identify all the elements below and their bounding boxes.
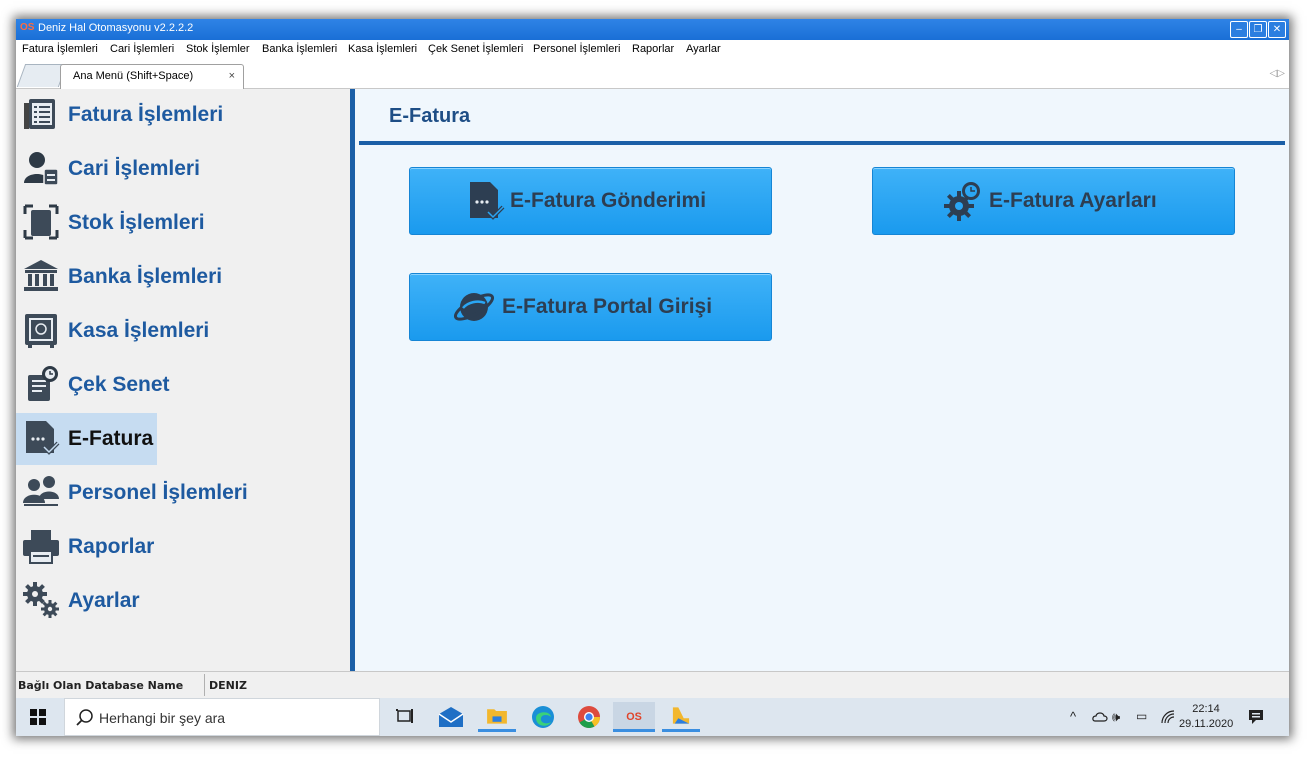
main-content: E-Fatura E-Fatura Gönderimi E-Fatura Aya…: [355, 89, 1289, 671]
e-invoice-icon: [26, 421, 60, 455]
tab-scroll-arrows-icon[interactable]: ◁▷: [1270, 68, 1285, 79]
taskbar-search-box[interactable]: Herhangi bir şey ara: [64, 698, 380, 736]
sidebar-item-label: Personel İşlemleri: [68, 481, 248, 504]
menu-personel[interactable]: Personel İşlemleri: [533, 43, 620, 55]
tray-chevron-icon[interactable]: ^: [1070, 709, 1076, 724]
e-fatura-ayarlari-button[interactable]: E-Fatura Ayarları: [872, 167, 1235, 235]
task-view-icon[interactable]: [386, 702, 424, 732]
tab-strip: Ana Menü (Shift+Space) × ◁▷: [16, 60, 1289, 89]
sidebar-item-raporlar[interactable]: Raporlar: [16, 521, 316, 573]
sidebar-item-personel[interactable]: Personel İşlemleri: [16, 467, 316, 519]
volume-icon[interactable]: 🕪: [1112, 709, 1120, 725]
menu-stok[interactable]: Stok İşlemler: [186, 43, 250, 55]
sidebar-item-label: E-Fatura: [68, 427, 154, 450]
menu-kasa[interactable]: Kasa İşlemleri: [348, 43, 417, 55]
title-underline: [359, 141, 1285, 145]
send-invoice-icon: [470, 182, 505, 220]
app-window: OS Deniz Hal Otomasyonu v2.2.2.2 – ❐ ✕ F…: [16, 19, 1289, 736]
taskbar: Herhangi bir şey ara OS ^ 🕪 ▭ 22:14 29.1…: [16, 698, 1289, 736]
menu-bar: Fatura İşlemleri Cari İşlemleri Stok İşl…: [16, 40, 1289, 60]
sidebar-item-stok[interactable]: Stok İşlemleri: [16, 197, 316, 249]
windows-start-icon[interactable]: [30, 709, 46, 725]
portal-globe-icon: [454, 293, 494, 321]
tab-label: Ana Menü (Shift+Space): [73, 70, 194, 82]
e-fatura-portal-girisi-button[interactable]: E-Fatura Portal Girişi: [409, 273, 772, 341]
wifi-icon[interactable]: [1160, 710, 1176, 724]
button-label: E-Fatura Ayarları: [989, 189, 1157, 212]
sidebar-item-e-fatura[interactable]: E-Fatura: [16, 413, 157, 465]
invoice-list-icon: [24, 99, 55, 129]
page-title: E-Fatura: [389, 105, 471, 127]
deniz-hal-app-icon[interactable]: OS: [613, 702, 655, 732]
edge-browser-icon[interactable]: [524, 702, 562, 732]
status-label: Bağlı Olan Database Name: [18, 679, 184, 692]
staff-icon: [23, 476, 59, 506]
menu-banka[interactable]: Banka İşlemleri: [262, 43, 337, 55]
app-logo-icon: OS: [20, 22, 35, 33]
onedrive-cloud-icon[interactable]: [1092, 710, 1108, 724]
sidebar-item-cari[interactable]: Cari İşlemleri: [16, 143, 316, 195]
settings-clock-icon: [944, 182, 980, 221]
sidebar-item-banka[interactable]: Banka İşlemleri: [16, 251, 316, 303]
window-title: Deniz Hal Otomasyonu v2.2.2.2: [38, 22, 194, 34]
battery-icon[interactable]: ▭: [1136, 709, 1147, 723]
e-fatura-gonderimi-button[interactable]: E-Fatura Gönderimi: [409, 167, 772, 235]
menu-ayarlar[interactable]: Ayarlar: [686, 43, 721, 55]
menu-cek-senet[interactable]: Çek Senet İşlemleri: [428, 43, 523, 55]
file-explorer-icon[interactable]: [478, 702, 516, 732]
clock-date: 29.11.2020: [1179, 718, 1234, 730]
sidebar-item-label: Stok İşlemleri: [68, 211, 205, 234]
status-value: DENIZ: [209, 679, 247, 692]
chrome-browser-icon[interactable]: [570, 702, 608, 732]
clock-time: 22:14: [1192, 703, 1220, 715]
mail-icon[interactable]: [432, 702, 470, 732]
notification-center-icon[interactable]: [1248, 709, 1264, 725]
menu-raporlar[interactable]: Raporlar: [632, 43, 674, 55]
menu-cari[interactable]: Cari İşlemleri: [110, 43, 174, 55]
sidebar: Fatura İşlemleri Cari İşlemleri Stok İşl…: [16, 89, 350, 671]
status-separator: [204, 674, 205, 696]
sidebar-item-label: Ayarlar: [68, 589, 140, 612]
sidebar-item-label: Cari İşlemleri: [68, 157, 200, 180]
sidebar-item-label: Kasa İşlemleri: [68, 319, 210, 342]
stock-box-icon: [23, 204, 59, 240]
sidebar-item-kasa[interactable]: Kasa İşlemleri: [16, 305, 316, 357]
search-icon: [76, 709, 93, 726]
sidebar-item-label: Fatura İşlemleri: [68, 103, 224, 126]
sidebar-item-ayarlar[interactable]: Ayarlar: [16, 575, 316, 627]
tab-ana-menu[interactable]: Ana Menü (Shift+Space) ×: [60, 64, 244, 89]
restore-button[interactable]: ❐: [1249, 21, 1267, 38]
folder-app-icon[interactable]: [662, 702, 700, 732]
sidebar-item-label: Banka İşlemleri: [68, 265, 223, 288]
status-bar: Bağlı Olan Database Name DENIZ: [16, 671, 1289, 698]
sidebar-item-fatura[interactable]: Fatura İşlemleri: [16, 89, 316, 141]
cheque-icon: [28, 366, 58, 401]
taskbar-clock[interactable]: 22:14 29.11.2020: [1179, 702, 1233, 732]
bank-icon: [24, 260, 58, 291]
search-placeholder: Herhangi bir şey ara: [99, 710, 226, 726]
minimize-button[interactable]: –: [1230, 21, 1248, 38]
button-label: E-Fatura Gönderimi: [510, 189, 707, 212]
safe-icon: [25, 314, 57, 348]
sidebar-item-cek-senet[interactable]: Çek Senet: [16, 359, 316, 411]
menu-fatura[interactable]: Fatura İşlemleri: [22, 43, 98, 55]
sidebar-item-label: Çek Senet: [68, 373, 170, 396]
close-button[interactable]: ✕: [1268, 21, 1286, 38]
sidebar-item-label: Raporlar: [68, 535, 155, 558]
title-bar: OS Deniz Hal Otomasyonu v2.2.2.2 – ❐ ✕: [16, 19, 1289, 40]
user-account-icon: [24, 152, 59, 186]
button-label: E-Fatura Portal Girişi: [502, 295, 713, 318]
printer-icon: [23, 530, 59, 564]
svg-text:OS: OS: [626, 711, 642, 723]
gears-icon: [23, 582, 59, 618]
tab-close-icon[interactable]: ×: [229, 70, 235, 82]
